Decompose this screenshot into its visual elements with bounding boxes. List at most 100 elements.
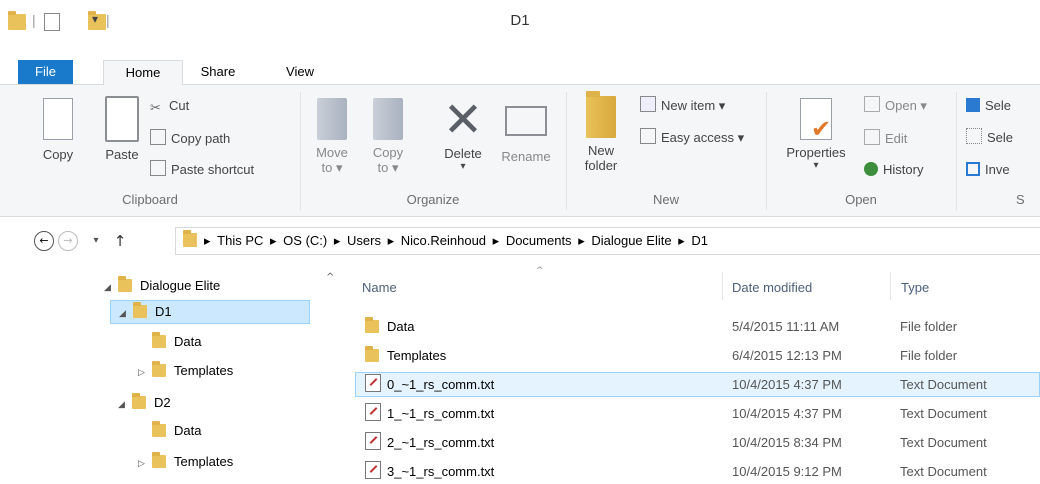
copy-label: Copy <box>42 147 74 162</box>
tree-item-templates[interactable]: ▷ Templates <box>138 358 233 383</box>
nav-scrollbar[interactable]: ^ <box>326 268 336 484</box>
new-item-label: New item ▾ <box>661 98 726 113</box>
copy-path-icon <box>150 129 166 145</box>
properties-button[interactable]: Properties ▾ <box>778 98 854 171</box>
up-button[interactable]: ↑ <box>110 231 130 251</box>
copy-button[interactable]: Copy <box>40 98 76 162</box>
tree-item-label: D2 <box>154 395 171 410</box>
copy-to-button[interactable]: Copy to ▾ <box>368 98 408 176</box>
expand-icon[interactable]: ▷ <box>138 452 152 477</box>
cut-label: Cut <box>169 98 190 113</box>
file-type: Text Document <box>900 377 987 392</box>
edit-label: Edit <box>885 131 908 146</box>
forward-button[interactable]: → <box>58 231 78 251</box>
file-row-selected[interactable]: 0_~1_rs_comm.txt 10/4/2015 4:37 PM Text … <box>355 372 1040 397</box>
breadcrumb-users[interactable]: Users <box>347 233 381 248</box>
file-row[interactable]: 1_~1_rs_comm.txt 10/4/2015 4:37 PM Text … <box>355 401 1040 426</box>
new-folder-button[interactable]: New folder <box>578 91 624 173</box>
paste-shortcut-icon <box>150 160 166 176</box>
text-document-icon <box>365 461 381 479</box>
breadcrumb-this-pc[interactable]: This PC <box>217 233 263 248</box>
file-name-text: Templates <box>387 348 447 363</box>
tree-item-d2[interactable]: ◢ D2 <box>118 390 171 415</box>
scroll-up-icon[interactable]: ^ <box>326 272 334 283</box>
breadcrumb-separator[interactable]: ▸ <box>334 233 341 248</box>
paste-button[interactable]: Paste <box>102 96 142 162</box>
paste-icon <box>105 96 139 142</box>
collapse-icon[interactable]: ◢ <box>104 276 118 301</box>
tree-item-dialogue-elite[interactable]: ◢ Dialogue Elite <box>104 273 220 298</box>
expand-icon[interactable]: ▷ <box>138 361 152 386</box>
new-item-button[interactable]: New item ▾ <box>640 96 725 116</box>
file-date: 10/4/2015 4:37 PM <box>732 406 842 421</box>
copy-to-label: Copy <box>372 145 404 160</box>
folder-icon <box>365 346 379 362</box>
tab-home[interactable]: Home <box>103 60 183 86</box>
cut-button[interactable]: ✂ Cut <box>150 96 189 116</box>
folder-icon <box>365 317 379 333</box>
breadcrumb-separator[interactable]: ▸ <box>493 233 500 248</box>
column-divider[interactable] <box>722 272 723 300</box>
column-header-type[interactable]: Type <box>901 280 929 298</box>
breadcrumb-separator[interactable]: ▸ <box>678 233 685 248</box>
invert-selection-button[interactable]: Inve <box>966 160 1010 180</box>
collapse-icon[interactable]: ◢ <box>118 393 132 418</box>
column-divider[interactable] <box>890 272 891 300</box>
easy-access-button[interactable]: Easy access ▾ <box>640 128 744 148</box>
back-button[interactable]: ← <box>34 231 54 251</box>
delete-dropdown-arrow[interactable]: ▾ <box>436 161 490 172</box>
delete-button[interactable]: ✕ Delete ▾ <box>436 96 490 172</box>
open-label: Open ▾ <box>885 98 927 113</box>
breadcrumb-nico-reinhoud[interactable]: Nico.Reinhoud <box>401 233 486 248</box>
open-button[interactable]: Open ▾ <box>864 96 927 116</box>
history-button[interactable]: History <box>864 160 923 180</box>
breadcrumb-d1[interactable]: D1 <box>691 233 708 248</box>
copy-icon <box>43 98 73 140</box>
breadcrumb-separator[interactable]: ▸ <box>388 233 395 248</box>
new-folder-icon <box>586 91 616 138</box>
tree-item-data[interactable]: Data <box>138 418 201 443</box>
file-name-text: Data <box>387 319 415 334</box>
move-to-button[interactable]: Move to ▾ <box>312 98 352 176</box>
tab-file[interactable]: File <box>18 60 73 84</box>
paste-shortcut-button[interactable]: Paste shortcut <box>150 160 254 180</box>
history-icon <box>864 162 878 176</box>
breadcrumb-separator[interactable]: ▸ <box>204 233 211 248</box>
edit-button[interactable]: Edit <box>864 129 907 149</box>
file-row[interactable]: Data 5/4/2015 11:11 AM File folder <box>355 314 1040 339</box>
file-row[interactable]: Templates 6/4/2015 12:13 PM File folder <box>355 343 1040 368</box>
move-to-label-2: to ▾ <box>321 160 343 175</box>
select-all-button[interactable]: Sele <box>966 96 1011 116</box>
tree-item-d1[interactable]: ◢ D1 <box>110 300 310 324</box>
window-title: D1 <box>510 12 530 29</box>
tab-view[interactable]: View <box>270 60 330 84</box>
breadcrumb-documents[interactable]: Documents <box>506 233 572 248</box>
breadcrumb-dialogue-elite[interactable]: Dialogue Elite <box>591 233 671 248</box>
tab-share[interactable]: Share <box>190 60 246 84</box>
tree-item-data[interactable]: Data <box>138 329 201 354</box>
rename-button[interactable]: Rename <box>496 98 556 164</box>
edit-icon <box>864 129 880 145</box>
file-date: 10/4/2015 4:37 PM <box>732 377 842 392</box>
breadcrumb-separator[interactable]: ▸ <box>578 233 585 248</box>
tree-item-templates[interactable]: ▷ Templates <box>138 449 233 474</box>
copy-path-button[interactable]: Copy path <box>150 129 230 149</box>
file-row[interactable]: 2_~1_rs_comm.txt 10/4/2015 8:34 PM Text … <box>355 430 1040 455</box>
folder-icon <box>133 302 147 318</box>
properties-dropdown-arrow[interactable]: ▾ <box>778 160 854 171</box>
breadcrumb-os-c[interactable]: OS (C:) <box>283 233 327 248</box>
clipboard-group-label: Clipboard <box>122 192 178 207</box>
file-row[interactable]: 3_~1_rs_comm.txt 10/4/2015 9:12 PM Text … <box>355 459 1040 484</box>
breadcrumb-separator[interactable]: ▸ <box>270 233 277 248</box>
column-header-date-modified[interactable]: Date modified <box>732 280 812 298</box>
select-none-button[interactable]: Sele <box>966 128 1013 148</box>
history-label: History <box>883 162 924 177</box>
copy-path-label: Copy path <box>171 131 231 146</box>
recent-locations-dropdown-icon[interactable]: ▾ <box>86 231 106 251</box>
invert-selection-label: Inve <box>985 162 1010 177</box>
collapse-icon[interactable]: ◢ <box>119 303 133 325</box>
tree-item-label: Dialogue Elite <box>140 278 221 293</box>
file-date: 10/4/2015 8:34 PM <box>732 435 842 450</box>
column-header-name[interactable]: Name <box>362 280 397 298</box>
organize-group-label: Organize <box>406 192 460 207</box>
